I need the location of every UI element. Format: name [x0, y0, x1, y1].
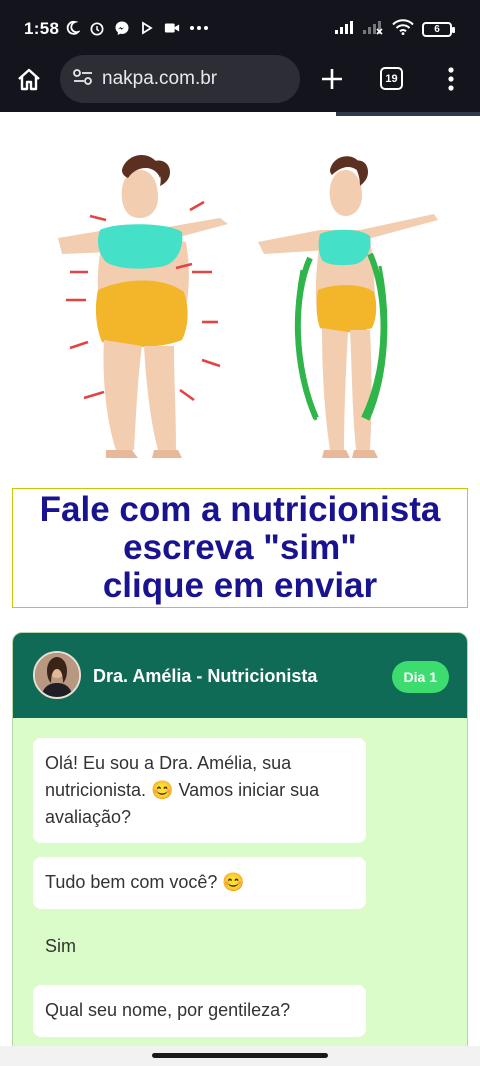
headline-line-3: clique em enviar [102, 566, 378, 605]
page-load-progress-fill [336, 112, 480, 116]
home-icon [18, 68, 40, 91]
moon-icon [64, 19, 80, 37]
tab-switcher-button[interactable]: 19 [380, 67, 403, 90]
home-button[interactable] [12, 63, 46, 97]
gesture-handle[interactable] [152, 1053, 328, 1058]
before-after-illustration [58, 154, 438, 458]
status-bar: 1:58 6 [0, 0, 480, 60]
site-settings-icon[interactable] [72, 67, 94, 92]
browser-chrome: 1:58 6 nakpa.com.br 19 [0, 0, 480, 112]
after-figure [258, 156, 438, 458]
url-text: nakpa.com.br [102, 68, 218, 89]
day-badge: Dia 1 [391, 661, 449, 693]
signal-icon [334, 19, 354, 40]
headline-line-1: Fale com a nutricionista [39, 490, 441, 529]
chat-message-bot: Qual seu nome, por gentileza? [33, 985, 366, 1037]
video-icon [164, 19, 180, 37]
avatar [33, 651, 81, 699]
battery-icon: 6 [422, 22, 455, 37]
more-dots-icon [189, 19, 209, 37]
messenger-icon [114, 19, 130, 37]
page-load-progress [0, 112, 480, 116]
chat-widget: Dra. Amélia - Nutricionista Dia 1 Olá! E… [12, 632, 468, 1066]
headline-box: Fale com a nutricionista escreva "sim" c… [12, 488, 468, 608]
status-time: 1:58 [24, 19, 60, 38]
status-notification-icons [64, 19, 209, 37]
signal-2-icon [362, 19, 384, 40]
chat-header: Dra. Amélia - Nutricionista Dia 1 [13, 633, 467, 718]
wifi-icon [392, 19, 414, 40]
chat-message-bot: Tudo bem com você? 😊 [33, 857, 366, 909]
before-figure [58, 154, 228, 458]
kebab-menu-icon [448, 67, 454, 91]
browser-toolbar: nakpa.com.br 19 [0, 55, 480, 105]
chat-message-bot: Olá! Eu sou a Dra. Amélia, sua nutricion… [33, 738, 366, 843]
plus-icon [322, 69, 342, 89]
alarm-icon [89, 19, 105, 37]
address-bar[interactable]: nakpa.com.br [60, 55, 300, 103]
browser-menu-button[interactable] [438, 63, 464, 95]
headline-line-2: escreva "sim" [123, 528, 357, 567]
new-tab-button[interactable] [316, 63, 348, 95]
status-system-icons: 6 [334, 19, 455, 40]
chat-message-user: Sim [45, 936, 76, 956]
chat-title: Dra. Amélia - Nutricionista [93, 666, 318, 686]
play-icon [139, 19, 155, 37]
